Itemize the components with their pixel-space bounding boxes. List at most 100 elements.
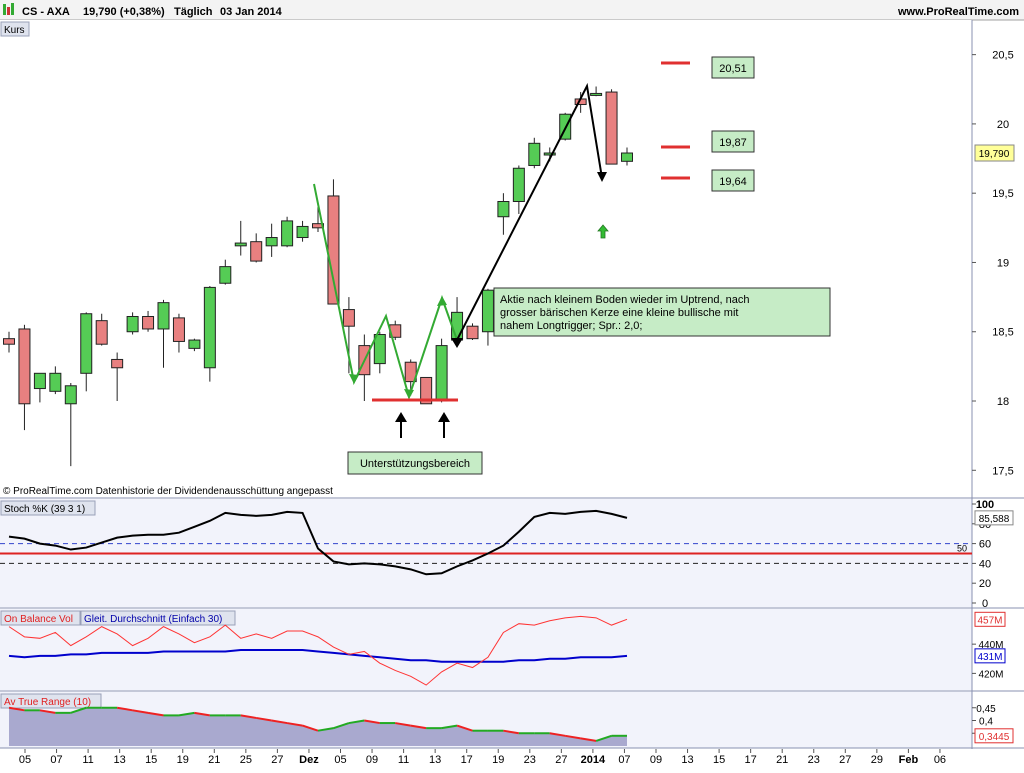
level-label: 19,87 <box>719 137 747 149</box>
time-tick-label: 23 <box>808 754 820 766</box>
candle-up <box>512 167 525 203</box>
candle-down <box>142 315 155 330</box>
comment-line: grosser bärischen Kerze eine kleine bull… <box>500 307 738 319</box>
time-tick-label: 13 <box>114 754 126 766</box>
price-tick-label: 20 <box>997 119 1009 131</box>
price-tick-label: 19,5 <box>992 188 1013 200</box>
time-tick-label: 27 <box>555 754 567 766</box>
period-label: Täglich <box>174 6 213 18</box>
price-tick-label: 18,5 <box>992 327 1013 339</box>
price-panel-label: Kurs <box>4 25 25 36</box>
time-tick-label: 13 <box>429 754 441 766</box>
candle-down <box>172 317 185 342</box>
candle-down <box>466 325 479 340</box>
candle-up <box>481 289 494 333</box>
time-tick-label: 07 <box>50 754 62 766</box>
time-tick-label: 13 <box>681 754 693 766</box>
comment-line: Aktie nach kleinem Boden wieder im Uptre… <box>500 294 749 306</box>
stoch-label: Stoch %K (39 3 1) <box>4 504 85 515</box>
stoch-tick-label: 0 <box>982 598 988 610</box>
price-tick-label: 17,5 <box>992 465 1013 477</box>
candle-up <box>80 313 93 374</box>
price-panel <box>0 20 972 498</box>
candle-up <box>33 372 46 390</box>
stoch-tick-label: 20 <box>979 578 991 590</box>
candle-up <box>157 302 170 330</box>
date-label: 03 Jan 2014 <box>220 6 283 18</box>
time-tick-label: 17 <box>745 754 757 766</box>
time-tick-label: 11 <box>82 754 93 766</box>
chart-window: CS - AXA 19,790 (+0,38%) Täglich 03 Jan … <box>0 0 1024 768</box>
copyright-text: © ProRealTime.com Datenhistorie der Divi… <box>3 486 333 497</box>
time-tick-label: 06 <box>934 754 946 766</box>
time-tick-label: 21 <box>208 754 220 766</box>
time-tick-label: 27 <box>271 754 283 766</box>
time-tick-label: 05 <box>334 754 346 766</box>
time-tick-label: 19 <box>177 754 189 766</box>
candle-up <box>528 142 541 166</box>
time-axis: 05 07 11 13 15 19 21 25 27 Dez 05 09 11 13 17 19 23 27 201… <box>0 749 1024 768</box>
time-tick-label: 09 <box>650 754 662 766</box>
time-tick-label: 05 <box>19 754 31 766</box>
candle-up <box>219 266 232 284</box>
candle-up <box>497 201 510 218</box>
candle-up <box>265 237 278 247</box>
candle-down <box>342 309 355 327</box>
time-tick-label: Feb <box>899 754 919 766</box>
time-tick-label: 29 <box>871 754 883 766</box>
candle-up <box>621 152 633 162</box>
candle-down <box>327 195 340 305</box>
candle-up <box>188 339 201 349</box>
stoch-tick-label: 40 <box>979 558 991 570</box>
candle-up <box>234 242 247 247</box>
time-tick-label: 09 <box>366 754 378 766</box>
time-tick-label: 23 <box>524 754 536 766</box>
candle-down <box>3 338 15 345</box>
atr-tick-label: 0,45 <box>976 704 996 715</box>
time-tick-label: Dez <box>299 754 319 766</box>
candle-up <box>296 225 309 239</box>
time-tick-label: 27 <box>839 754 851 766</box>
time-tick-label: 15 <box>713 754 725 766</box>
candle-down <box>95 320 108 345</box>
level-label: 19,64 <box>719 176 747 188</box>
time-tick-label: 19 <box>492 754 504 766</box>
atr-tick-label: 0,4 <box>979 717 993 728</box>
time-tick-label: 21 <box>776 754 788 766</box>
time-tick-label: 17 <box>461 754 473 766</box>
candle-down <box>18 328 31 405</box>
candle-down <box>605 91 618 165</box>
candle-up <box>203 286 216 369</box>
atr-label: Av True Range (10) <box>4 697 91 708</box>
obv-ma-last-label: 431M <box>977 652 1002 663</box>
candle-up <box>451 311 464 341</box>
support-label: Unterstützungsbereich <box>360 458 470 470</box>
instrument-title: CS - AXA <box>22 6 70 18</box>
obv-label: On Balance Vol <box>4 614 73 625</box>
price-change: 19,790 (+0,38%) <box>83 6 165 18</box>
comment-line: nahem Longtrigger; Spr.: 2,0; <box>500 320 642 332</box>
time-tick-label: 11 <box>398 754 409 766</box>
obv-ma-label: Gleit. Durchschnitt (Einfach 30) <box>84 614 222 625</box>
candle-down <box>250 241 263 262</box>
stoch-tick-label: 100 <box>976 499 994 511</box>
time-tick-label: 15 <box>145 754 157 766</box>
candle-up <box>590 92 603 96</box>
candle-up <box>281 220 294 247</box>
candle-up <box>64 385 77 405</box>
time-tick-label: 25 <box>240 754 252 766</box>
website-link[interactable]: www.ProRealTime.com <box>897 6 1019 18</box>
atr-last-label: 0,3445 <box>979 732 1010 743</box>
candle-down <box>111 358 124 369</box>
level-label: 20,51 <box>719 63 747 75</box>
obv-tick-label: 420M <box>978 669 1003 680</box>
price-tick-label: 19 <box>997 257 1009 269</box>
stoch-level-label: 50 <box>957 544 967 554</box>
price-tick-label: 18 <box>997 396 1009 408</box>
stoch-last-label: 85,588 <box>979 514 1010 525</box>
time-tick-label: 2014 <box>581 754 606 766</box>
time-tick-label: 07 <box>618 754 630 766</box>
last-price-label: 19,790 <box>979 149 1010 160</box>
price-tick-label: 20,5 <box>992 50 1013 62</box>
candle-up <box>126 315 139 333</box>
